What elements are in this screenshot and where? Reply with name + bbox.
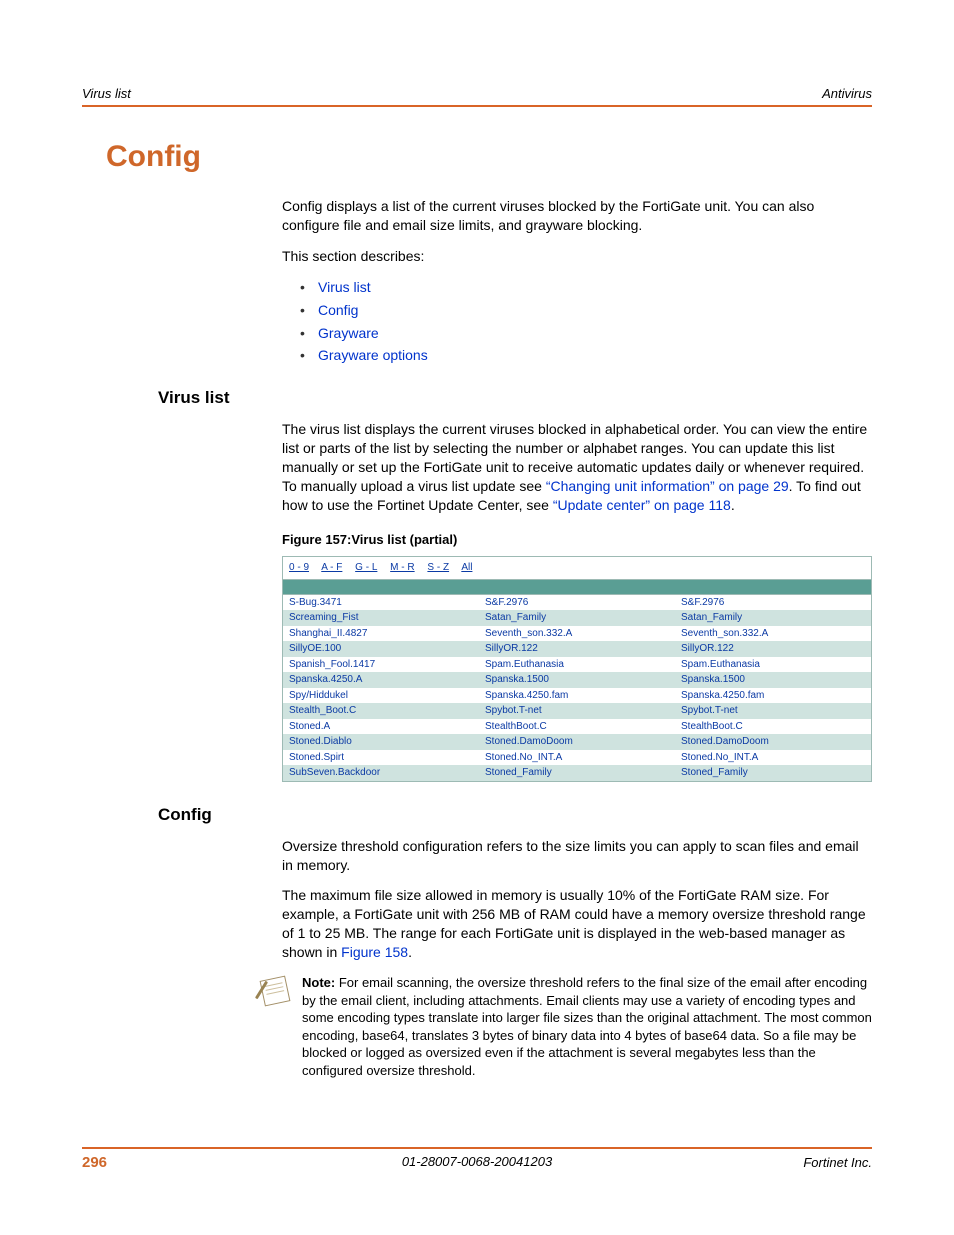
- virus-list-block: The virus list displays the current viru…: [282, 420, 872, 782]
- link-changing-unit-info[interactable]: “Changing unit information” on page 29: [546, 478, 789, 494]
- table-row: Spanish_Fool.1417Spam.EuthanasiaSpam.Eut…: [283, 657, 871, 673]
- virus-range-bar: 0 - 9 A - F G - L M - R S - Z All: [283, 557, 871, 579]
- virus-list-paragraph: The virus list displays the current viru…: [282, 420, 872, 514]
- toc-item: Config: [300, 301, 872, 320]
- virus-cell[interactable]: SubSeven.Backdoor: [283, 765, 479, 781]
- virus-cell[interactable]: Seventh_son.332.A: [479, 626, 675, 642]
- virus-cell[interactable]: Shanghai_II.4827: [283, 626, 479, 642]
- table-row: SubSeven.BackdoorStoned_FamilyStoned_Fam…: [283, 765, 871, 781]
- range-link[interactable]: All: [461, 562, 472, 573]
- toc-link[interactable]: Grayware: [318, 325, 379, 341]
- page-title: Config: [106, 137, 872, 178]
- table-row: Screaming_FistSatan_FamilySatan_Family: [283, 610, 871, 626]
- range-link[interactable]: A - F: [321, 562, 342, 573]
- note-label: Note:: [302, 975, 335, 990]
- virus-table-header: [283, 579, 871, 595]
- virus-cell[interactable]: Satan_Family: [675, 610, 871, 626]
- footer-center: 01-28007-0068-20041203: [82, 1153, 872, 1171]
- toc-link[interactable]: Grayware options: [318, 347, 428, 363]
- running-head-right: Antivirus: [822, 85, 872, 103]
- toc-item: Grayware: [300, 324, 872, 343]
- virus-cell[interactable]: Seventh_son.332.A: [675, 626, 871, 642]
- virus-cell[interactable]: S-Bug.3471: [283, 595, 479, 611]
- page-footer: 296 01-28007-0068-20041203 Fortinet Inc.: [82, 1147, 872, 1173]
- section-toc: Virus list Config Grayware Grayware opti…: [300, 278, 872, 366]
- virus-cell[interactable]: Screaming_Fist: [283, 610, 479, 626]
- figure-caption: Figure 157:Virus list (partial): [282, 531, 872, 549]
- virus-cell[interactable]: Spanska.4250.A: [283, 672, 479, 688]
- table-row: Spy/HiddukelSpanska.4250.famSpanska.4250…: [283, 688, 871, 704]
- toc-item: Virus list: [300, 278, 872, 297]
- table-row: Spanska.4250.ASpanska.1500Spanska.1500: [283, 672, 871, 688]
- config-paragraph-1: Oversize threshold configuration refers …: [282, 837, 872, 875]
- range-link[interactable]: 0 - 9: [289, 562, 309, 573]
- virus-cell[interactable]: S&F.2976: [479, 595, 675, 611]
- virus-cell[interactable]: Spybot.T-net: [479, 703, 675, 719]
- virus-cell[interactable]: SillyOR.122: [675, 641, 871, 657]
- virus-cell[interactable]: StealthBoot.C: [479, 719, 675, 735]
- virus-cell[interactable]: Stoned_Family: [675, 765, 871, 781]
- intro-paragraph-1: Config displays a list of the current vi…: [282, 197, 872, 235]
- virus-cell[interactable]: Stoned.Diablo: [283, 734, 479, 750]
- note-block: Note: For email scanning, the oversize t…: [258, 974, 872, 1079]
- link-update-center[interactable]: “Update center” on page 118: [553, 497, 731, 513]
- virus-cell[interactable]: Spanish_Fool.1417: [283, 657, 479, 673]
- virus-cell[interactable]: Stoned.DamoDoom: [675, 734, 871, 750]
- section-heading-virus-list: Virus list: [158, 387, 872, 410]
- toc-link[interactable]: Config: [318, 302, 358, 318]
- toc-link[interactable]: Virus list: [318, 279, 371, 295]
- table-row: S-Bug.3471S&F.2976S&F.2976: [283, 595, 871, 611]
- virus-cell[interactable]: Spanska.1500: [675, 672, 871, 688]
- config-paragraph-2: The maximum file size allowed in memory …: [282, 886, 872, 962]
- virus-cell[interactable]: Spybot.T-net: [675, 703, 871, 719]
- link-figure-158[interactable]: Figure 158: [341, 944, 408, 960]
- virus-cell[interactable]: Stoned.No_INT.A: [479, 750, 675, 766]
- toc-item: Grayware options: [300, 346, 872, 365]
- virus-cell[interactable]: Stoned.No_INT.A: [675, 750, 871, 766]
- virus-cell[interactable]: SillyOR.122: [479, 641, 675, 657]
- virus-cell[interactable]: Stoned.Spirt: [283, 750, 479, 766]
- intro-block: Config displays a list of the current vi…: [282, 197, 872, 365]
- running-head-left: Virus list: [82, 85, 131, 103]
- virus-cell[interactable]: Spanska.4250.fam: [675, 688, 871, 704]
- intro-paragraph-2: This section describes:: [282, 247, 872, 266]
- range-link[interactable]: S - Z: [427, 562, 449, 573]
- note-body: For email scanning, the oversize thresho…: [302, 975, 872, 1078]
- range-link[interactable]: G - L: [355, 562, 377, 573]
- virus-table: S-Bug.3471S&F.2976S&F.2976Screaming_Fist…: [283, 595, 871, 781]
- virus-cell[interactable]: Spy/Hiddukel: [283, 688, 479, 704]
- note-icon: [258, 976, 288, 1006]
- table-row: SillyOE.100SillyOR.122SillyOR.122: [283, 641, 871, 657]
- virus-cell[interactable]: SillyOE.100: [283, 641, 479, 657]
- virus-cell[interactable]: S&F.2976: [675, 595, 871, 611]
- section-heading-config: Config: [158, 804, 872, 827]
- virus-cell[interactable]: Stoned.DamoDoom: [479, 734, 675, 750]
- page: Virus list Antivirus Config Config displ…: [0, 0, 954, 1235]
- virus-cell[interactable]: Stoned.A: [283, 719, 479, 735]
- virus-cell[interactable]: Spanska.1500: [479, 672, 675, 688]
- virus-cell[interactable]: Spanska.4250.fam: [479, 688, 675, 704]
- table-row: Stealth_Boot.CSpybot.T-netSpybot.T-net: [283, 703, 871, 719]
- table-row: Stoned.DiabloStoned.DamoDoomStoned.DamoD…: [283, 734, 871, 750]
- range-link[interactable]: M - R: [390, 562, 414, 573]
- virus-cell[interactable]: Spam.Euthanasia: [479, 657, 675, 673]
- config-block: Oversize threshold configuration refers …: [282, 837, 872, 962]
- table-row: Stoned.AStealthBoot.CStealthBoot.C: [283, 719, 871, 735]
- virus-list-panel: 0 - 9 A - F G - L M - R S - Z All S-Bug.…: [282, 556, 872, 782]
- virus-cell[interactable]: Satan_Family: [479, 610, 675, 626]
- virus-cell[interactable]: StealthBoot.C: [675, 719, 871, 735]
- virus-cell[interactable]: Spam.Euthanasia: [675, 657, 871, 673]
- virus-cell[interactable]: Stoned_Family: [479, 765, 675, 781]
- running-head: Virus list Antivirus: [82, 85, 872, 107]
- virus-cell[interactable]: Stealth_Boot.C: [283, 703, 479, 719]
- table-row: Stoned.SpirtStoned.No_INT.AStoned.No_INT…: [283, 750, 871, 766]
- note-text: Note: For email scanning, the oversize t…: [302, 974, 872, 1079]
- table-row: Shanghai_II.4827Seventh_son.332.ASeventh…: [283, 626, 871, 642]
